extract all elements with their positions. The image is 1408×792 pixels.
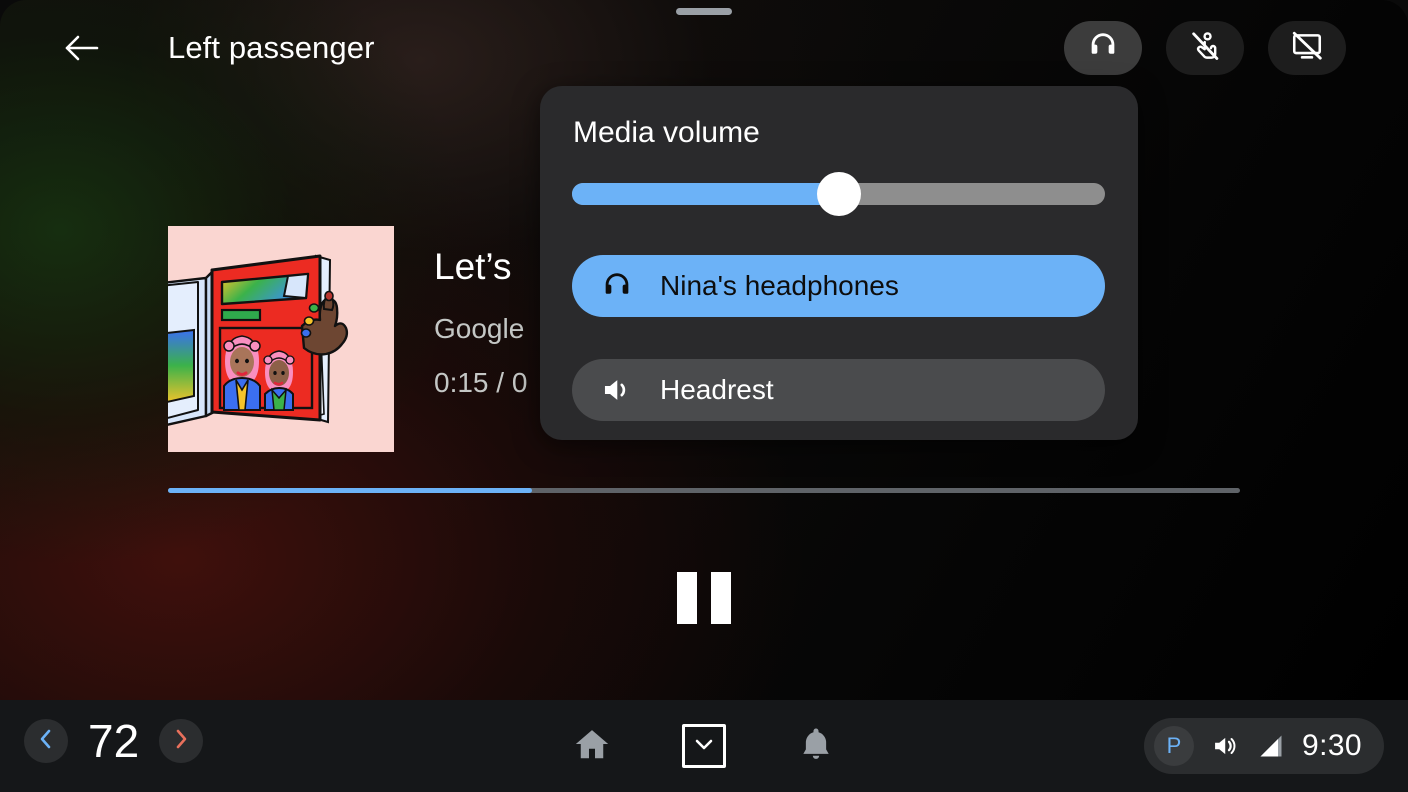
speaker-icon <box>600 373 634 407</box>
screen-off-icon <box>1290 29 1324 68</box>
volume-slider-thumb[interactable] <box>816 172 861 216</box>
chevron-left-icon <box>37 728 55 755</box>
pause-icon-bar-right <box>711 572 731 624</box>
chevron-down-icon <box>692 732 716 761</box>
system-navigation-bar: 72 P 9:30 <box>0 700 1408 792</box>
home-icon <box>573 725 611 768</box>
touch-off-icon <box>1188 29 1222 68</box>
back-button[interactable] <box>56 24 108 76</box>
temperature-decrease-button[interactable] <box>24 719 68 763</box>
output-device-ninas-headphones[interactable]: Nina's headphones <box>572 255 1105 317</box>
page-title: Left passenger <box>168 30 375 65</box>
app-bar: Left passenger <box>0 0 1408 96</box>
output-device-headrest[interactable]: Headrest <box>572 359 1105 421</box>
output-device-label: Nina's headphones <box>660 270 899 301</box>
bell-icon <box>797 725 835 768</box>
notifications-button[interactable] <box>790 720 842 772</box>
volume-slider-fill <box>572 183 839 205</box>
volume-panel-title: Media volume <box>573 116 760 149</box>
output-device-label: Headrest <box>660 374 774 405</box>
playback-progress-bar[interactable] <box>168 488 1240 493</box>
screen-off-toggle[interactable] <box>1268 21 1346 75</box>
car-media-screen: Left passenger Let’s Google 0:15 / 0 Med… <box>0 0 1408 792</box>
gear-indicator: P <box>1154 726 1194 766</box>
pause-button[interactable] <box>660 560 748 636</box>
media-volume-panel: Media volume Nina's headphones Headrest <box>540 86 1138 440</box>
clock: 9:30 <box>1302 729 1362 762</box>
app-bar-actions <box>1064 21 1346 75</box>
pause-icon-bar-left <box>677 572 697 624</box>
status-area[interactable]: P 9:30 <box>1144 718 1384 774</box>
album-art <box>168 226 394 452</box>
temperature-control: 72 <box>24 715 204 767</box>
media-volume-slider[interactable] <box>572 172 1105 216</box>
signal-bars-icon <box>1256 731 1286 761</box>
headphones-icon <box>1086 29 1120 68</box>
headphones-icon <box>600 269 634 303</box>
temperature-increase-button[interactable] <box>159 719 204 763</box>
temperature-value: 72 <box>88 715 140 767</box>
headphones-toggle[interactable] <box>1064 21 1142 75</box>
arrow-left-icon <box>64 33 100 68</box>
speaker-icon <box>1210 731 1240 761</box>
home-button[interactable] <box>566 720 618 772</box>
app-switcher-button[interactable] <box>682 724 726 768</box>
touch-disable-toggle[interactable] <box>1166 21 1244 75</box>
playback-progress-fill <box>168 488 533 493</box>
nav-buttons <box>566 720 842 772</box>
chevron-right-icon <box>172 728 190 755</box>
